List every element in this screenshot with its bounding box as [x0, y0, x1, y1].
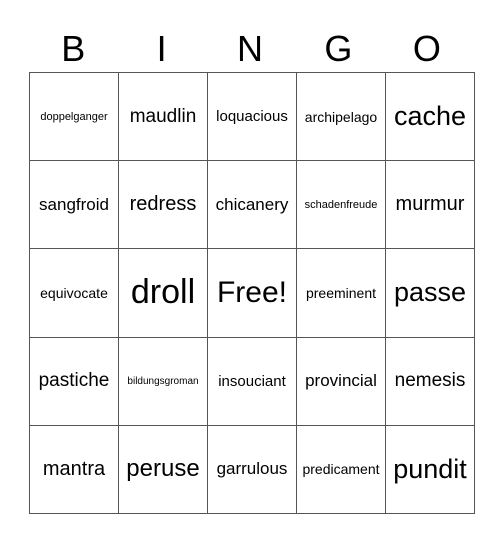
- card-cell[interactable]: preeminent: [296, 248, 386, 338]
- card-cell[interactable]: insouciant: [207, 336, 297, 426]
- card-cell[interactable]: schadenfreude: [296, 160, 386, 250]
- card-cell[interactable]: garrulous: [207, 424, 297, 515]
- header-letter-b: B: [61, 28, 86, 69]
- card-cell[interactable]: nemesis: [385, 336, 475, 426]
- card-cell[interactable]: droll: [118, 248, 208, 338]
- free-space[interactable]: Free!: [207, 248, 297, 338]
- bingo-card: doppelganger maudlin loquacious archipel…: [29, 71, 475, 515]
- card-row: pastiche bildungsgroman insouciant provi…: [29, 336, 475, 426]
- header-letter-n: N: [237, 28, 264, 69]
- bingo-header: B I N G O: [29, 26, 471, 72]
- card-cell[interactable]: archipelago: [296, 71, 386, 162]
- card-cell[interactable]: cache: [385, 71, 475, 162]
- header-letter-i: I: [156, 28, 167, 69]
- card-cell[interactable]: sangfroid: [29, 160, 119, 250]
- card-row: sangfroid redress chicanery schadenfreud…: [29, 160, 475, 250]
- card-cell[interactable]: murmur: [385, 160, 475, 250]
- card-cell[interactable]: doppelganger: [29, 71, 119, 162]
- card-cell[interactable]: bildungsgroman: [118, 336, 208, 426]
- card-cell[interactable]: chicanery: [207, 160, 297, 250]
- card-cell[interactable]: mantra: [29, 424, 119, 515]
- header-letter-o: O: [412, 28, 441, 69]
- card-cell[interactable]: redress: [118, 160, 208, 250]
- card-cell[interactable]: equivocate: [29, 248, 119, 338]
- card-row: doppelganger maudlin loquacious archipel…: [29, 71, 475, 162]
- card-cell[interactable]: predicament: [296, 424, 386, 515]
- card-cell[interactable]: passe: [385, 248, 475, 338]
- card-row: equivocate droll Free! preeminent passe: [29, 248, 475, 338]
- card-cell[interactable]: loquacious: [207, 71, 297, 162]
- card-cell[interactable]: provincial: [296, 336, 386, 426]
- header-letter-g: G: [324, 28, 353, 69]
- card-row: mantra peruse garrulous predicament pund…: [29, 424, 475, 515]
- card-cell[interactable]: maudlin: [118, 71, 208, 162]
- card-cell[interactable]: pundit: [385, 424, 475, 515]
- card-cell[interactable]: pastiche: [29, 336, 119, 426]
- card-cell[interactable]: peruse: [118, 424, 208, 515]
